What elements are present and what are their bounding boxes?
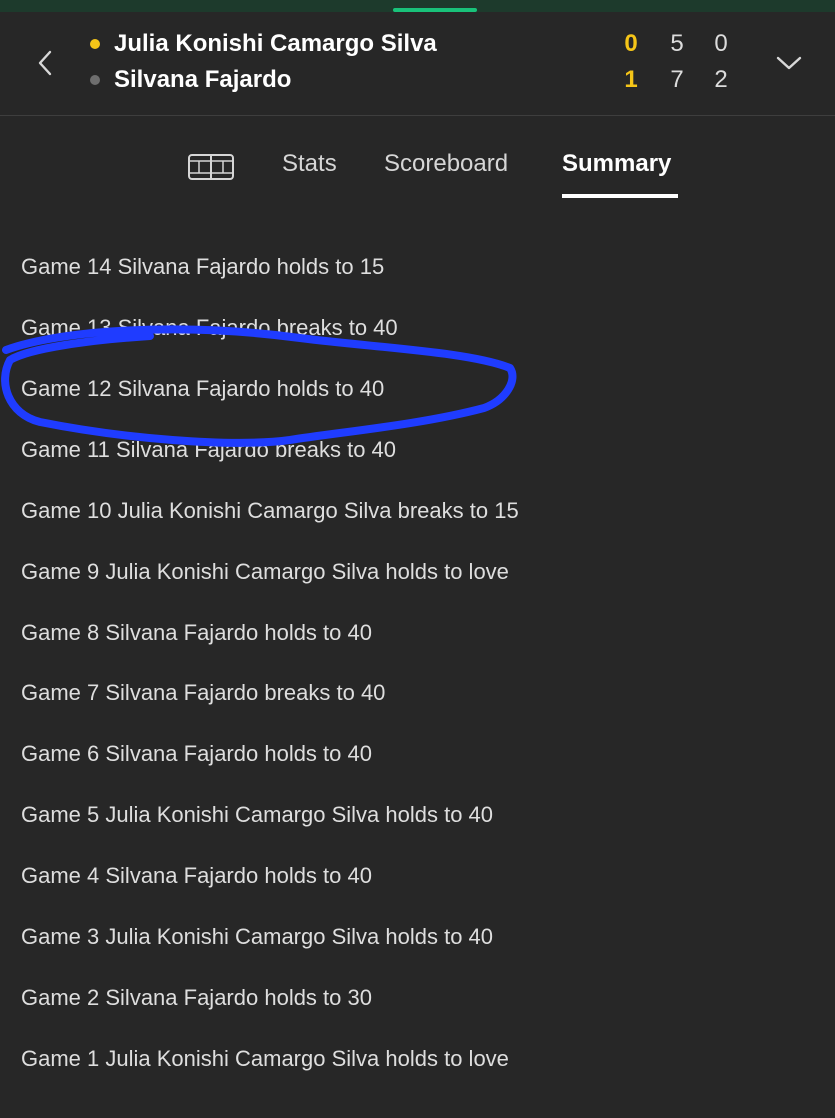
player-row-1: Julia Konishi Camargo Silva [90, 26, 437, 62]
list-item: Game 7 Silvana Fajardo breaks to 40 [21, 680, 386, 705]
player-row-2: Silvana Fajardo [90, 62, 291, 98]
player-1-points: 0 [714, 30, 728, 57]
player-2-sets: 1 [624, 66, 638, 93]
list-item: Game 14 Silvana Fajardo holds to 15 [21, 254, 385, 279]
tab-summary[interactable]: Summary [562, 150, 671, 178]
list-item: Game 4 Silvana Fajardo holds to 40 [21, 863, 372, 888]
chevron-left-icon [38, 50, 52, 76]
list-item: Game 2 Silvana Fajardo holds to 30 [21, 985, 372, 1010]
player-2-games: 7 [670, 66, 684, 93]
list-item: Game 6 Silvana Fajardo holds to 40 [21, 741, 372, 766]
match-header: Julia Konishi Camargo Silva Silvana Faja… [0, 12, 835, 116]
list-item: Game 13 Silvana Fajardo breaks to 40 [21, 315, 398, 340]
player-1-name: Julia Konishi Camargo Silva [114, 30, 437, 57]
list-item: Game 10 Julia Konishi Camargo Silva brea… [21, 498, 519, 523]
list-item: Game 3 Julia Konishi Camargo Silva holds… [21, 924, 494, 949]
player-2-points: 2 [714, 66, 728, 93]
expand-button[interactable] [766, 42, 812, 84]
list-item: Game 11 Silvana Fajardo breaks to 40 [21, 437, 397, 462]
player-1-sets: 0 [624, 30, 638, 57]
list-item: Game 8 Silvana Fajardo holds to 40 [21, 620, 372, 645]
back-button[interactable] [22, 40, 68, 86]
active-tab-indicator [562, 194, 678, 198]
court-icon [188, 154, 234, 180]
tab-bar: Stats Scoreboard Summary [0, 116, 835, 216]
chevron-down-icon [776, 56, 802, 70]
tab-stats[interactable]: Stats [282, 150, 337, 178]
tab-scoreboard[interactable]: Scoreboard [384, 150, 508, 178]
list-item: Game 5 Julia Konishi Camargo Silva holds… [21, 802, 494, 827]
serve-indicator-icon [90, 39, 100, 49]
list-item: Game 12 Silvana Fajardo holds to 40 [21, 376, 385, 401]
serve-indicator-icon [90, 75, 100, 85]
list-item: Game 1 Julia Konishi Camargo Silva holds… [21, 1046, 509, 1071]
list-item: Game 9 Julia Konishi Camargo Silva holds… [21, 559, 509, 584]
tab-court[interactable] [184, 152, 238, 182]
player-2-name: Silvana Fajardo [114, 66, 292, 93]
player-1-games: 5 [670, 30, 684, 57]
